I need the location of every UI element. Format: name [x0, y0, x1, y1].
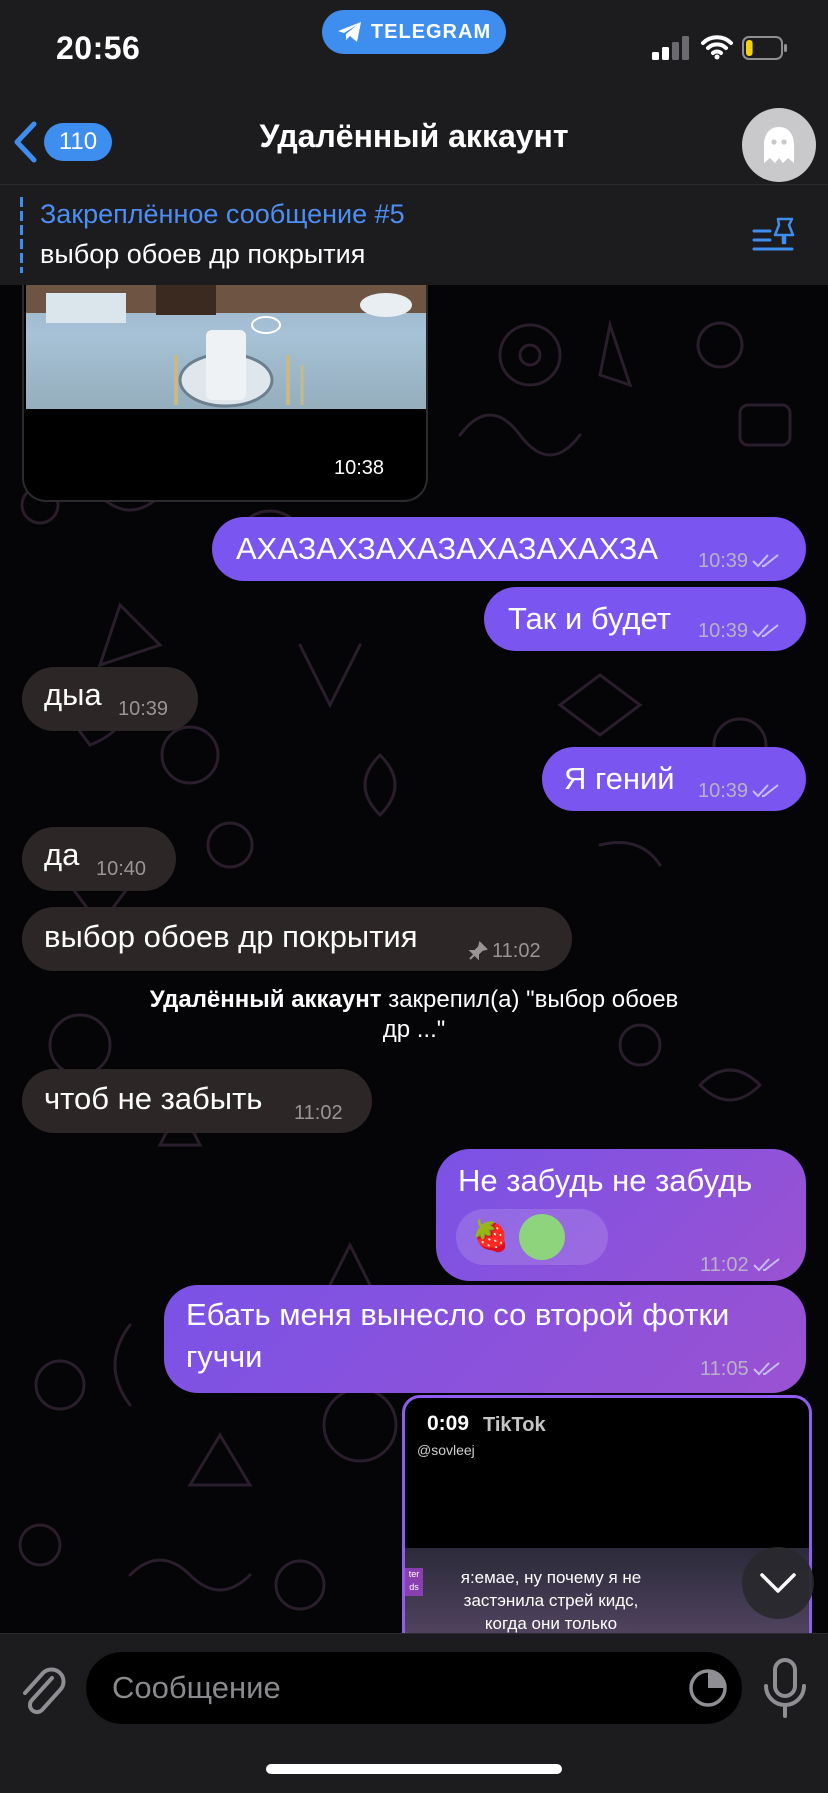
message-bubble-outgoing[interactable]: АХАЗАХЗАХАЗАХАЗАХАХЗА 10:39	[212, 517, 806, 581]
sticker-icon[interactable]	[688, 1668, 728, 1708]
message-text: Я гений	[564, 761, 675, 796]
table-setting-photo[interactable]	[26, 285, 426, 409]
message-input[interactable]: Сообщение	[86, 1652, 742, 1724]
message-time: 10:39	[698, 780, 749, 802]
double-check-icon	[752, 624, 779, 638]
telegram-plane-icon	[337, 22, 361, 42]
telegram-app-pill[interactable]: TELEGRAM	[322, 10, 506, 54]
service-line-1: Удалённый аккаунт закрепил(а) "выбор обо…	[100, 985, 728, 1015]
message-time: 11:02	[492, 940, 541, 962]
service-actor: Удалённый аккаунт	[149, 986, 382, 1013]
pinned-title: Закреплённое сообщение #5	[40, 199, 405, 229]
message-bubble-incoming[interactable]: чтоб не забыть 11:02	[22, 1069, 372, 1133]
double-check-icon	[752, 1362, 780, 1376]
message-time: 11:02	[294, 1102, 343, 1124]
chevron-left-icon	[14, 121, 37, 163]
microphone-icon[interactable]	[760, 1658, 810, 1720]
video-caption: я:емае, ну почему я не застэнила стрей к…	[460, 1568, 642, 1633]
message-meta: 11:05	[700, 1349, 781, 1389]
photo-content	[26, 285, 426, 408]
unread-count-badge: 110	[44, 123, 112, 161]
message-placeholder: Сообщение	[112, 1670, 281, 1705]
cellular-signal-icon	[652, 36, 689, 60]
pinned-list-icon[interactable]	[752, 215, 798, 255]
tiktok-handle: @sovleej	[417, 1442, 475, 1458]
message-bubble-outgoing[interactable]: Ебать меня вынесло со второй фотки гуччи…	[164, 1285, 806, 1393]
back-button[interactable]: 110	[12, 118, 116, 166]
message-time: 10:39	[698, 550, 749, 572]
message-time: 11:02	[700, 1254, 749, 1276]
battery-icon	[742, 36, 787, 60]
message-text: да	[44, 837, 80, 872]
double-check-icon	[752, 1258, 780, 1272]
paperclip-icon[interactable]	[18, 1664, 66, 1718]
message-bubble-outgoing[interactable]: Так и будет 10:39	[484, 587, 806, 651]
wifi-icon	[701, 35, 733, 60]
chat-title[interactable]: Удалённый аккаунт	[180, 118, 648, 155]
message-time: 10:39	[698, 620, 749, 642]
reactor-avatar	[519, 1214, 566, 1260]
ghost-icon	[764, 127, 794, 163]
tiktok-brand: TikTok	[483, 1414, 546, 1436]
double-check-icon	[752, 554, 779, 568]
strawberry-reaction-icon: 🍓	[472, 1220, 510, 1253]
message-text-line-1: Ебать меня вынесло со второй фотки	[186, 1297, 730, 1332]
double-check-icon	[752, 784, 779, 798]
pinned-text: выбор обоев др покрытия	[40, 239, 366, 269]
message-bubble-incoming[interactable]: выбор обоев др покрытия 11:02	[22, 907, 572, 971]
chat-area[interactable]: 10:38 АХАЗАХЗАХАЗАХАЗАХАХЗА 10:39 Так и …	[0, 285, 828, 1633]
pin-icon	[468, 941, 488, 961]
reaction-chip[interactable]: 🍓	[456, 1209, 608, 1265]
telegram-pill-label: TELEGRAM	[370, 20, 492, 43]
message-input-bar: Сообщение	[0, 1633, 828, 1793]
pinned-indicator-line	[20, 197, 23, 273]
video-side-badge: ter ds	[405, 1568, 423, 1596]
message-bubble-incoming[interactable]: да 10:40	[22, 827, 176, 891]
scroll-down-button[interactable]	[742, 1547, 814, 1619]
deleted-account-avatar[interactable]	[742, 108, 816, 182]
message-bubble-incoming[interactable]: дыа 10:39	[22, 667, 198, 731]
service-line-2: др ..."	[382, 1016, 446, 1043]
message-text: чтоб не забыть	[44, 1081, 263, 1116]
message-text: выбор обоев др покрытия	[44, 919, 418, 954]
message-text-line-2: гуччи	[186, 1339, 263, 1374]
message-text: Не забудь не забудь	[458, 1163, 753, 1198]
message-bubble-outgoing[interactable]: Я гений 10:39	[542, 747, 806, 811]
service-action: закрепил(а) "выбор обоев	[388, 986, 679, 1013]
home-indicator	[266, 1764, 562, 1774]
chevron-down-icon	[760, 1573, 796, 1593]
message-text: Так и будет	[508, 601, 671, 636]
message-meta: 11:02	[468, 931, 541, 971]
video-duration: 0:09	[427, 1412, 470, 1435]
message-meta: 10:39	[698, 771, 780, 811]
message-time: 10:40	[96, 858, 147, 880]
photo-message[interactable]: 10:38	[22, 285, 428, 502]
message-meta: 10:39	[698, 611, 780, 651]
status-time: 20:56	[56, 30, 141, 66]
message-bubble-outgoing[interactable]: Не забудь не забудь 🍓 11:02	[436, 1149, 806, 1281]
message-time: 10:38	[334, 457, 385, 479]
message-time: 11:05	[700, 1358, 749, 1380]
message-time: 10:39	[118, 698, 169, 720]
top-bar: 20:56 TELEGRAM 110 Удалённый аккаунт	[0, 0, 828, 184]
service-message-pinned: Удалённый аккаунт закрепил(а) "выбор обо…	[100, 985, 728, 1045]
message-text: АХАЗАХЗАХАЗАХАЗАХАХЗА	[236, 531, 659, 566]
message-text: дыа	[44, 677, 102, 712]
message-meta: 10:39	[698, 541, 780, 581]
message-meta: 11:02	[700, 1245, 781, 1285]
pinned-message-bar[interactable]: Закреплённое сообщение #5 выбор обоев др…	[0, 184, 828, 286]
